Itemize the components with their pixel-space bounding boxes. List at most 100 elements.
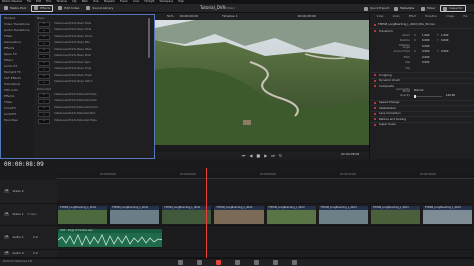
param-label: Anchor Point: [393, 50, 410, 54]
page-navigation: [0, 258, 474, 266]
viewer-image: [155, 20, 369, 145]
menu-item[interactable]: Timeline: [56, 0, 67, 4]
inspector-tab[interactable]: Video: [377, 16, 384, 19]
effect-item[interactable]: — VideoLowerthirds Extended Wipe: [34, 118, 150, 125]
video-clip-name: F3DSM_LongBoarding_L_4Kdd: [422, 206, 472, 211]
viewer-zoom[interactable]: 51%: [167, 15, 174, 18]
param-x-value[interactable]: 0.000: [422, 45, 433, 49]
inspector-icon: [443, 6, 447, 11]
track-header-v2[interactable]: V2 Video 2: [0, 180, 57, 204]
effects-button[interactable]: Effects: [31, 4, 54, 12]
effect-label: VideoLowerthirds Extended Blur: [54, 112, 96, 116]
video-clip[interactable]: F3DSM_LongBoarding_L_4Kdd: [213, 205, 265, 225]
effect-thumbnail-icon: —: [38, 41, 50, 47]
inspector-tab[interactable]: Transition: [425, 16, 437, 19]
inspector-tab[interactable]: File: [463, 16, 467, 19]
inspector-tab[interactable]: Audio: [393, 16, 400, 19]
track-lane-v2[interactable]: [57, 180, 474, 204]
project-status: Edited: [225, 5, 235, 10]
effect-thumbnail-icon: —: [38, 47, 50, 53]
video-clip[interactable]: F3DSM_LongBoarding_L_4Kdd: [317, 205, 369, 225]
video-clip-name: F3DSM_LongBoarding_L_4Kdd: [266, 206, 316, 211]
skip-end-icon[interactable]: ⏭: [271, 153, 275, 158]
menu-item[interactable]: DaVinci Resolve: [2, 0, 22, 4]
inspector-tab[interactable]: Effect: [409, 16, 416, 19]
opacity-slider[interactable]: [414, 95, 442, 99]
effect-label: VideoLowerthirds Basic Slide: [54, 28, 92, 32]
menu-item[interactable]: Edit: [36, 0, 41, 4]
menu-item[interactable]: Color: [133, 0, 140, 4]
effect-thumbnail-icon: —: [38, 80, 50, 86]
video-clip[interactable]: F3DSM_LongBoarding_L_4Kdd: [109, 205, 161, 225]
effect-label: VideoLowerthirds Basic Blur: [54, 41, 91, 45]
inspector-button[interactable]: Inspector: [440, 5, 466, 12]
skip-start-icon[interactable]: ⏮: [242, 153, 246, 158]
menu-item[interactable]: Help: [178, 0, 184, 4]
play-reverse-icon[interactable]: ◀: [249, 153, 252, 158]
enabled-icon: [374, 101, 376, 104]
menu-item[interactable]: Fairlight: [145, 0, 155, 4]
metadata-button[interactable]: Metadata: [392, 5, 416, 12]
menu-item[interactable]: Mark: [82, 0, 88, 4]
viewer-header: 51% 00:00:00:00 Timeline 1 00:00:08:09: [155, 13, 369, 20]
viewer-timecode-left: 00:00:00:00: [179, 14, 198, 18]
play-icon[interactable]: ▶: [264, 153, 267, 158]
mixer-icon: [421, 6, 425, 11]
media-page-icon[interactable]: [177, 260, 183, 265]
fairlight-page-icon[interactable]: [272, 260, 278, 265]
composite-mode-select[interactable]: Normal: [414, 89, 436, 93]
menu-item[interactable]: Fusion: [120, 0, 128, 4]
viewer-frame[interactable]: [155, 20, 369, 145]
menu-item[interactable]: Clip: [72, 0, 77, 4]
loop-icon[interactable]: ↻: [279, 153, 282, 158]
fusion-page-icon[interactable]: [234, 260, 240, 265]
param-x-value[interactable]: 0.000: [422, 40, 433, 43]
inspector-tab[interactable]: Image: [446, 16, 454, 19]
media-pool-button[interactable]: Media Pool: [2, 5, 28, 12]
stop-icon[interactable]: ■: [256, 153, 260, 158]
video-clip[interactable]: F3DSM_LongBoarding_L_4Kdd: [369, 205, 421, 225]
param-x-value[interactable]: 0.000: [422, 56, 433, 60]
video-clip-name: F3DSM_LongBoarding_L_4Kdd: [58, 206, 108, 211]
effect-label: VideoLowerthirds Basic Flash: [54, 73, 92, 77]
mixer-button[interactable]: Mixer: [419, 5, 437, 12]
menu-item[interactable]: Trim: [46, 0, 51, 4]
cut-page-icon[interactable]: [196, 260, 202, 265]
opacity-value[interactable]: 100.00: [446, 95, 457, 98]
ruler-label: 01:00:04:00: [180, 173, 196, 176]
param-x-value[interactable]: 1.000: [422, 34, 433, 38]
enabled-icon: [374, 118, 376, 121]
param-x-value[interactable]: 0.000: [422, 51, 433, 54]
param-label: Flip: [405, 66, 410, 70]
effects-tree-item[interactable]: Favorites: [1, 117, 34, 123]
timeline-name[interactable]: Timeline 1: [222, 15, 238, 18]
track-header-v1[interactable]: V1 Video 13 Clips: [0, 204, 57, 226]
effect-label: VideoLowerthirds Extended Slide: [54, 99, 97, 103]
sound-library-button[interactable]: Sound Library: [84, 5, 115, 12]
video-clip[interactable]: F3DSM_LongBoarding_L_4Kdd: [57, 205, 109, 225]
color-page-icon[interactable]: [253, 260, 259, 265]
track-header-a2[interactable]: A2 Audio 2 2.0: [0, 250, 57, 258]
deliver-page-icon[interactable]: [291, 260, 297, 265]
video-clip[interactable]: F3DSM_LongBoarding_L_4Kdd: [161, 205, 213, 225]
section-super-scale[interactable]: Super Scale: [370, 121, 474, 128]
quick-export-button[interactable]: Quick Export: [362, 5, 391, 12]
edit-page-icon[interactable]: [215, 260, 221, 265]
effects-scrollbar[interactable]: [148, 18, 150, 58]
video-clip[interactable]: F3DSM_LongBoarding_L_4Kdd: [421, 205, 473, 225]
menu-item[interactable]: View: [93, 0, 99, 4]
video-clip[interactable]: F3DSM_LongBoarding_L_4Kdd: [265, 205, 317, 225]
param-y-value[interactable]: 1.000: [441, 34, 452, 38]
audio-clip[interactable]: VMX - Kings of Cinders.wav: [57, 228, 163, 248]
param-x-value[interactable]: 0.000: [422, 62, 433, 65]
menu-item[interactable]: Playback: [104, 0, 115, 4]
track-lane-a2[interactable]: [57, 250, 474, 258]
edit-index-button[interactable]: Edit Index: [56, 5, 81, 12]
video-clip-name: F3DSM_LongBoarding_L_4Kdd: [318, 206, 368, 211]
param-y-value[interactable]: 0.000: [441, 51, 452, 54]
track-header-a1[interactable]: A1 Audio 1 2.0: [0, 226, 57, 250]
param-y-value[interactable]: 0.000: [441, 40, 452, 43]
menu-item[interactable]: File: [27, 0, 31, 4]
playhead[interactable]: [206, 168, 207, 260]
menu-item[interactable]: Workspace: [160, 0, 174, 4]
